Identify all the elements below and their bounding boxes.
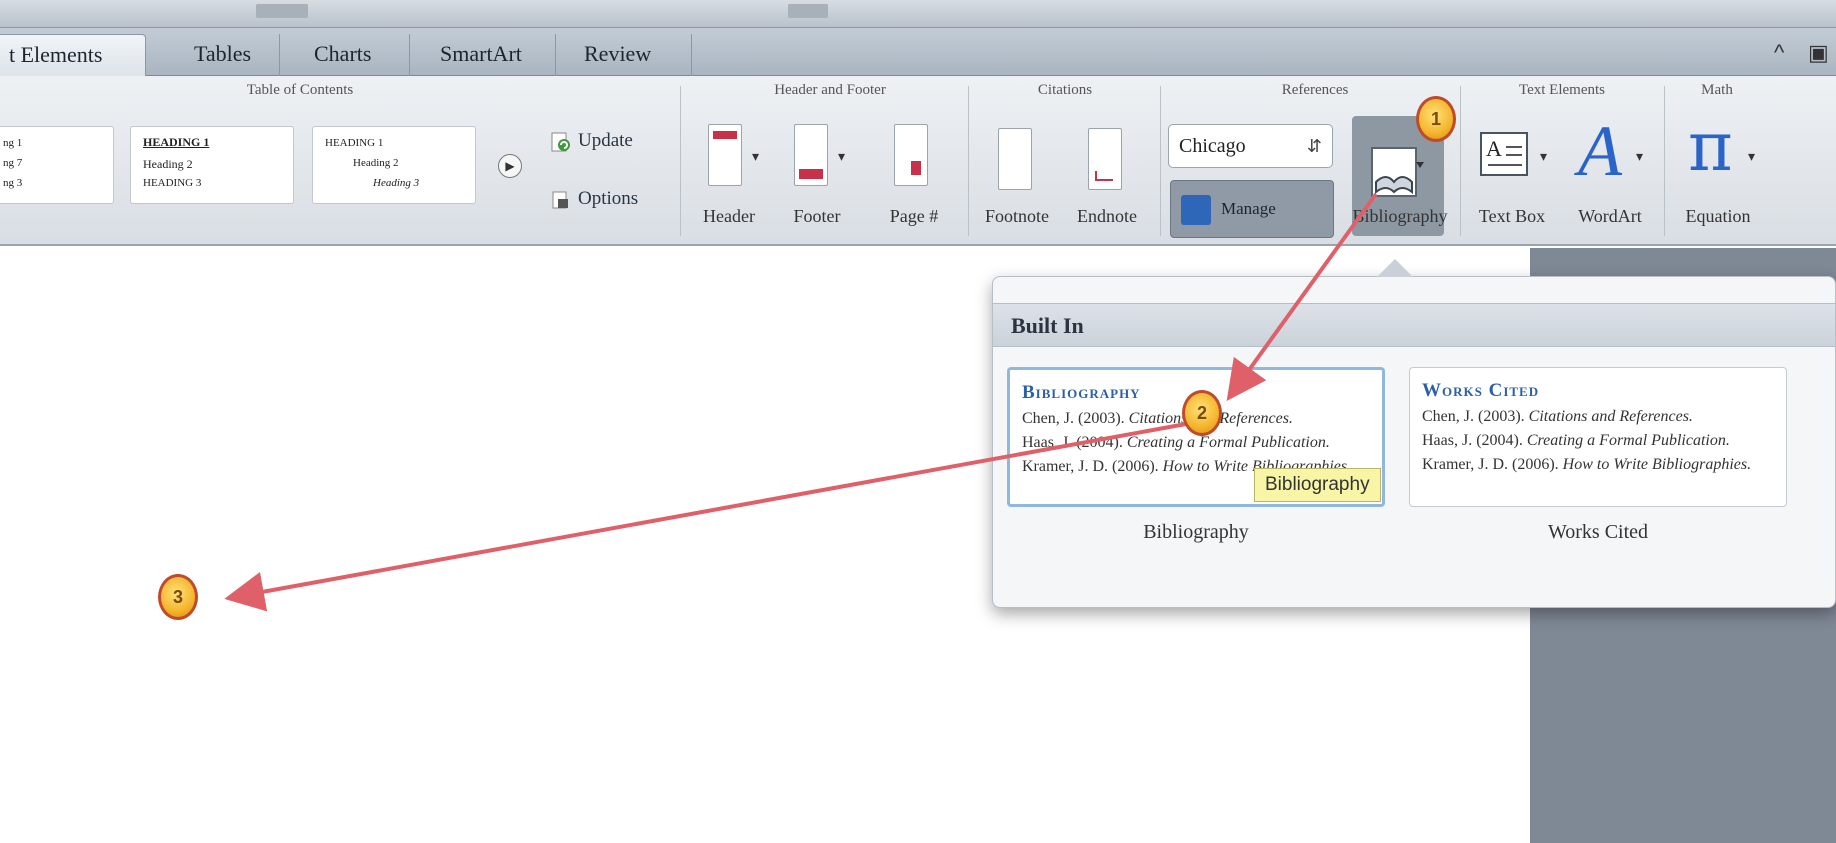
step-callout-3: 3 <box>158 574 198 620</box>
step-callout-2: 2 <box>1182 390 1222 436</box>
word-window: t Elements Tables Charts SmartArt Review… <box>0 0 1836 843</box>
arrow-step1-to-step2 <box>1226 192 1378 401</box>
step-callout-1: 1 <box>1416 96 1456 142</box>
annotation-arrows <box>224 192 1378 612</box>
arrow-step2-to-step3 <box>224 422 1187 612</box>
